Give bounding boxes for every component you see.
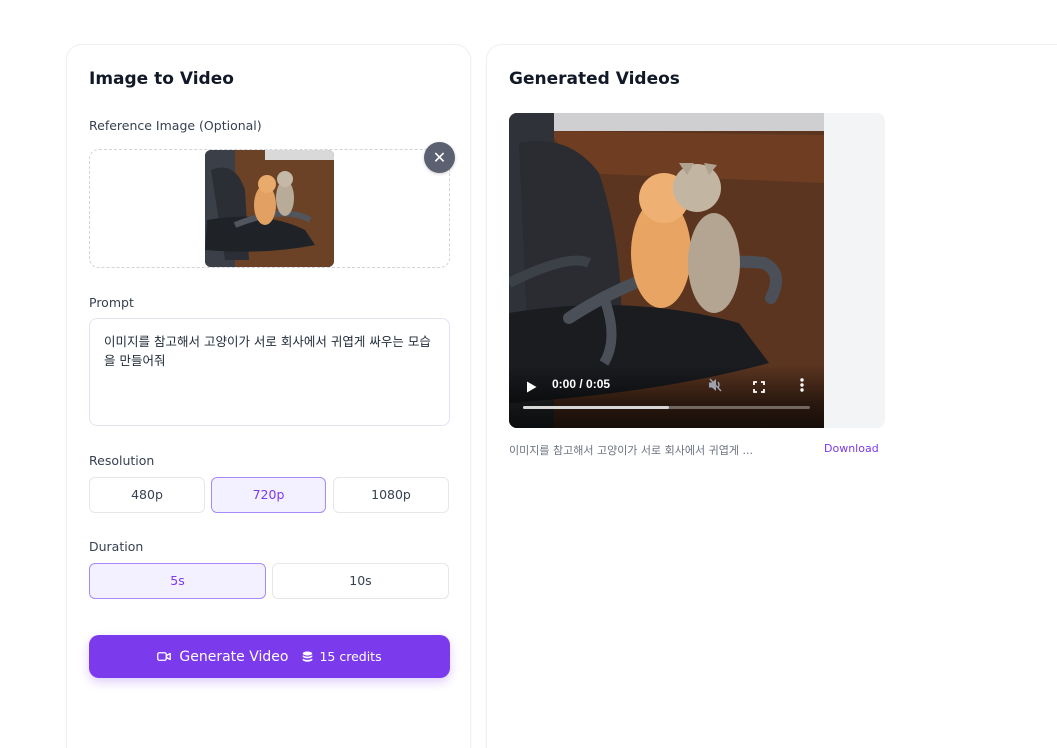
panel-title: Generated Videos <box>509 69 680 89</box>
panel-title: Image to Video <box>89 69 234 89</box>
remove-image-button[interactable]: ✕ <box>424 142 455 173</box>
reference-image-dropzone[interactable] <box>89 149 450 268</box>
close-icon: ✕ <box>432 148 447 167</box>
video-progress-fill <box>523 406 670 409</box>
prompt-textarea[interactable]: 이미지를 참고해서 고양이가 서로 회사에서 귀엽게 싸우는 모습을 만들어줘 <box>89 318 450 426</box>
reference-image-thumbnail <box>205 150 334 267</box>
video-card: 0:00 / 0:05 <box>509 113 885 428</box>
image-to-video-panel: Image to Video Reference Image (Optional… <box>66 44 471 748</box>
duration-label: Duration <box>89 539 144 554</box>
resolution-1080p-button[interactable]: 1080p <box>333 477 449 513</box>
prompt-label: Prompt <box>89 295 134 310</box>
resolution-label: Resolution <box>89 453 155 468</box>
coin-stack-icon <box>302 651 313 663</box>
resolution-480p-button[interactable]: 480p <box>89 477 205 513</box>
video-time: 0:00 / 0:05 <box>552 377 611 391</box>
credits-cost: 15 credits <box>319 649 382 664</box>
video-player[interactable]: 0:00 / 0:05 <box>509 113 824 428</box>
more-vertical-icon[interactable] <box>800 377 804 396</box>
generated-videos-panel: Generated Videos 0:00 / 0:05 이미지를 참고해서 고… <box>486 44 1057 748</box>
video-controls: 0:00 / 0:05 <box>509 365 824 428</box>
duration-10s-button[interactable]: 10s <box>272 563 449 599</box>
volume-icon[interactable] <box>708 377 723 396</box>
video-caption: 이미지를 참고해서 고양이가 서로 회사에서 귀엽게 ... <box>509 444 753 457</box>
resolution-720p-button[interactable]: 720p <box>211 477 326 513</box>
download-link[interactable]: Download <box>824 442 879 455</box>
fullscreen-icon[interactable] <box>753 378 765 397</box>
duration-5s-button[interactable]: 5s <box>89 563 266 599</box>
generate-video-label: Generate Video <box>179 648 289 665</box>
video-camera-icon <box>157 651 172 662</box>
generate-video-button[interactable]: Generate Video 15 credits <box>89 635 450 678</box>
play-icon[interactable] <box>526 378 537 397</box>
reference-image-label: Reference Image (Optional) <box>89 118 262 133</box>
video-progress-bar[interactable] <box>523 406 810 409</box>
